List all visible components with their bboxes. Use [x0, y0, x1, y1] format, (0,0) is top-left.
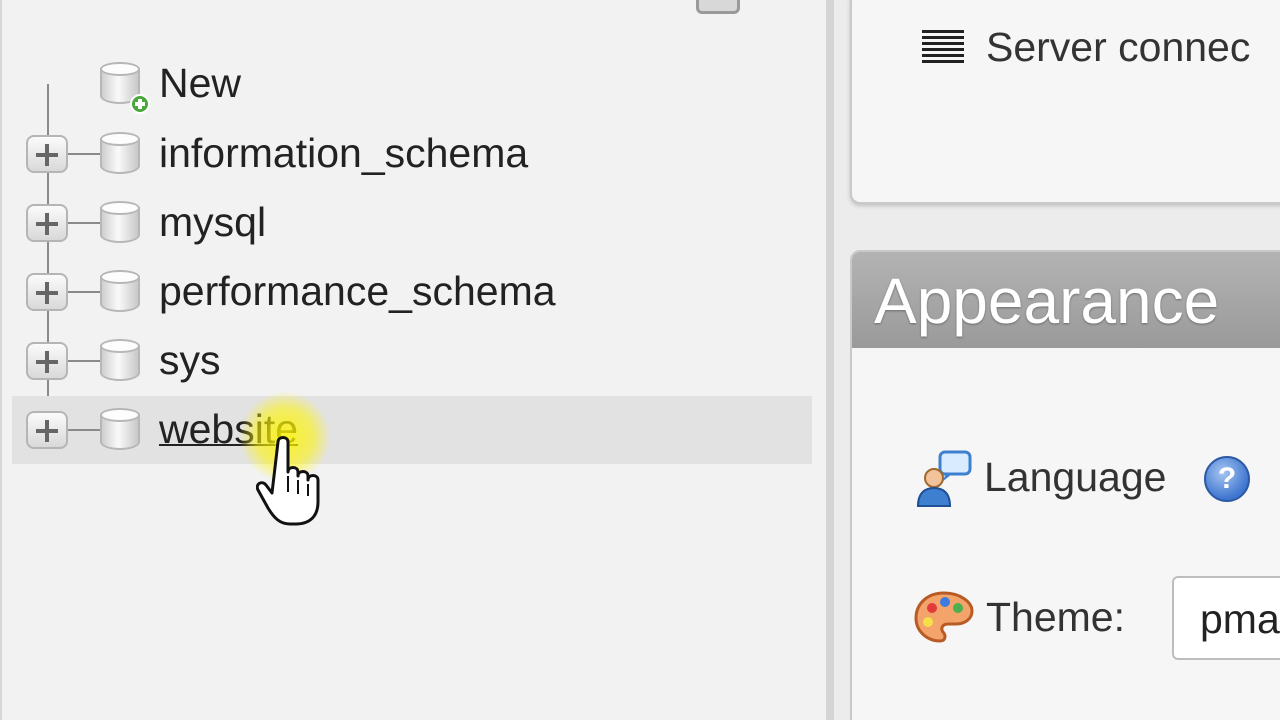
theme-select-value: pma — [1200, 596, 1280, 642]
database-icon — [100, 201, 140, 247]
new-database-icon — [100, 62, 150, 114]
panel-resizer[interactable] — [826, 0, 834, 720]
tree-item-label[interactable]: mysql — [159, 197, 266, 247]
server-info-panel: Server connec — [850, 0, 1280, 204]
tree-item-information-schema[interactable]: information_schema — [12, 120, 812, 188]
tree-item-website[interactable]: website — [12, 396, 812, 464]
expand-icon[interactable] — [26, 273, 68, 311]
tree-item-label[interactable]: New — [159, 58, 241, 108]
add-badge-icon — [130, 94, 150, 114]
language-label: Language — [984, 454, 1167, 500]
theme-label: Theme: — [986, 594, 1125, 640]
database-icon — [100, 270, 140, 316]
language-icon — [916, 450, 972, 507]
navigation-panel: New information_schema mysql performance… — [0, 0, 826, 720]
app-window: New information_schema mysql performance… — [0, 0, 1280, 720]
theme-select[interactable]: pma — [1172, 576, 1280, 660]
expand-icon[interactable] — [26, 135, 68, 173]
tree-item-label[interactable]: website — [159, 404, 298, 454]
database-icon — [100, 339, 140, 385]
list-icon — [922, 30, 964, 66]
tree-item-label[interactable]: sys — [159, 335, 221, 385]
tree-item-label[interactable]: performance_schema — [159, 266, 556, 316]
appearance-settings-panel: Appearance Language ? Theme: pma — [850, 250, 1280, 720]
tree-item-sys[interactable]: sys — [12, 327, 812, 395]
palette-icon — [914, 591, 974, 643]
tree-item-label[interactable]: information_schema — [159, 128, 528, 178]
expand-icon[interactable] — [26, 204, 68, 242]
main-content: Server connec Appearance Language ? Them… — [834, 0, 1280, 720]
help-icon[interactable]: ? — [1204, 456, 1250, 502]
tree-item-new[interactable]: New — [12, 50, 812, 118]
expand-icon[interactable] — [26, 342, 68, 380]
appearance-header: Appearance — [852, 252, 1280, 348]
server-connection-text: Server connec — [986, 24, 1251, 70]
expand-icon[interactable] — [26, 411, 68, 449]
reload-icon[interactable] — [696, 0, 740, 14]
appearance-title: Appearance — [874, 265, 1220, 337]
tree-item-mysql[interactable]: mysql — [12, 189, 812, 257]
tree-item-performance-schema[interactable]: performance_schema — [12, 258, 812, 326]
database-icon — [100, 132, 140, 178]
database-icon — [100, 408, 140, 454]
